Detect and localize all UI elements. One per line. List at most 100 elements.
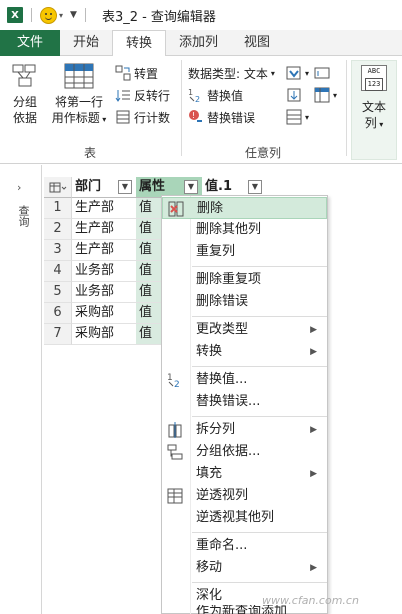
group-by-button[interactable]: 分组 依据 bbox=[6, 62, 44, 126]
menu-item-split-column-label: 拆分列 bbox=[196, 422, 236, 437]
row-number[interactable]: 1 bbox=[44, 198, 72, 219]
data-type-dropdown[interactable]: 数据类型: 文本 ▾ bbox=[188, 63, 275, 83]
table-header-icon bbox=[64, 63, 94, 89]
menu-item-unpivot-other[interactable]: 逆透视其他列 bbox=[162, 507, 327, 529]
rename-column-button[interactable] bbox=[314, 63, 333, 83]
count-rows-button[interactable]: 行计数 bbox=[115, 107, 170, 127]
menu-item-rename[interactable]: 重命名... bbox=[162, 535, 327, 557]
row-number[interactable]: 6 bbox=[44, 303, 72, 324]
menu-item-delete[interactable]: 删除 bbox=[162, 197, 327, 219]
smiley-feedback-icon[interactable] bbox=[40, 6, 57, 24]
menu-item-remove-errors[interactable]: 删除错误 bbox=[162, 291, 327, 313]
use-first-row-as-headers-button[interactable]: 将第一行 用作标题 ▾ bbox=[50, 62, 108, 128]
menu-item-group-by-label: 分组依据... bbox=[196, 444, 261, 459]
pivot-column-button[interactable]: ▾ bbox=[314, 85, 337, 105]
table-cell-dept[interactable]: 采购部 bbox=[72, 303, 136, 324]
replace-values-label: 替换值 bbox=[207, 88, 244, 103]
row-number[interactable]: 2 bbox=[44, 219, 72, 240]
menu-item-unpivot-label: 逆透视列 bbox=[196, 488, 249, 503]
menu-separator bbox=[192, 316, 327, 317]
watermark: www.cfan.com.cn bbox=[262, 594, 359, 607]
menu-item-group-by[interactable]: 分组依据... bbox=[162, 441, 327, 463]
menu-item-fill-label: 填充 bbox=[196, 466, 223, 481]
row-number[interactable]: 5 bbox=[44, 282, 72, 303]
table-cell-dept[interactable]: 生产部 bbox=[72, 240, 136, 261]
tab-home[interactable]: 开始 bbox=[60, 30, 112, 56]
replace-values-button[interactable]: 12 替换值 bbox=[188, 85, 243, 105]
table-cell-dept[interactable]: 生产部 bbox=[72, 219, 136, 240]
table-cell-dept[interactable]: 业务部 bbox=[72, 282, 136, 303]
menu-item-replace-values[interactable]: 12 替换值... bbox=[162, 369, 327, 391]
table-menu-icon[interactable] bbox=[44, 177, 72, 198]
menu-item-unpivot-other-label: 逆透视其他列 bbox=[196, 510, 275, 525]
fill-button[interactable] bbox=[286, 85, 305, 105]
queries-pane-label[interactable]: 查询 bbox=[15, 205, 31, 227]
tab-add-column[interactable]: 添加列 bbox=[166, 30, 231, 56]
submenu-arrow-icon: ▶ bbox=[310, 425, 317, 435]
row-number[interactable]: 3 bbox=[44, 240, 72, 261]
quick-access-dropdown-icon[interactable]: ▼ bbox=[70, 10, 77, 20]
menu-item-unpivot[interactable]: 逆透视列 bbox=[162, 485, 327, 507]
tab-transform[interactable]: 转换 bbox=[112, 30, 167, 57]
title-bar: X ▾ ▼ 表3_2 - 查询编辑器 bbox=[0, 0, 402, 30]
queries-pane: › 查询 bbox=[0, 165, 42, 614]
menu-item-duplicate-column[interactable]: 重复列 bbox=[162, 241, 327, 263]
tab-view[interactable]: 视图 bbox=[231, 30, 283, 56]
menu-item-change-type[interactable]: 更改类型 ▶ bbox=[162, 319, 327, 341]
column-header-attr-label: 属性 bbox=[139, 179, 166, 194]
menu-item-fill[interactable]: 填充 ▶ bbox=[162, 463, 327, 485]
reverse-rows-icon bbox=[115, 87, 131, 103]
menu-item-remove-duplicates[interactable]: 删除重复项 bbox=[162, 269, 327, 291]
abc-icon-text: ABC bbox=[367, 67, 381, 75]
column-header-dept[interactable]: 部门 ▼ bbox=[72, 177, 136, 198]
detect-type-icon bbox=[286, 65, 302, 81]
table-cell-dept[interactable]: 生产部 bbox=[72, 198, 136, 219]
column-header-value-label: 值.1 bbox=[205, 179, 232, 194]
first-row-label-2: 用作标题 ▾ bbox=[50, 110, 108, 128]
detect-type-button[interactable]: ▾ bbox=[286, 63, 309, 83]
first-row-label-2-text: 用作标题 bbox=[51, 111, 100, 125]
menu-item-replace-errors[interactable]: 替换错误... bbox=[162, 391, 327, 413]
tab-file[interactable]: 文件 bbox=[0, 30, 60, 56]
menu-item-split-column[interactable]: 拆分列 ▶ bbox=[162, 419, 327, 441]
row-number[interactable]: 7 bbox=[44, 324, 72, 345]
expand-pane-icon[interactable]: › bbox=[17, 181, 21, 194]
reverse-rows-button[interactable]: 反转行 bbox=[115, 85, 170, 105]
text-column-button[interactable]: ABC 123 文本 列 ▾ bbox=[351, 60, 397, 160]
table-cell-dept[interactable]: 业务部 bbox=[72, 261, 136, 282]
window-title: 表3_2 - 查询编辑器 bbox=[101, 9, 216, 25]
menu-item-delete-other-label: 删除其他列 bbox=[196, 222, 262, 237]
transpose-label: 转置 bbox=[134, 66, 159, 81]
transpose-button[interactable]: 转置 bbox=[115, 63, 158, 83]
svg-text:1: 1 bbox=[167, 373, 173, 383]
split-column-icon bbox=[166, 422, 184, 438]
table-cell-dept[interactable]: 采购部 bbox=[72, 324, 136, 345]
title-separator-2 bbox=[84, 8, 86, 22]
text-column-label-2-text: 列 bbox=[364, 116, 377, 130]
svg-text:2: 2 bbox=[174, 380, 180, 388]
unpivot-button[interactable]: ▾ bbox=[286, 107, 309, 127]
filter-attr-button[interactable]: ▼ bbox=[184, 180, 198, 194]
text-column-caret-icon: ▾ bbox=[376, 120, 384, 129]
replace-errors-button[interactable]: ! 替换错误 bbox=[188, 107, 255, 127]
row-number[interactable]: 4 bbox=[44, 261, 72, 282]
menu-item-delete-other-columns[interactable]: 删除其他列 bbox=[162, 219, 327, 241]
menu-item-transform[interactable]: 转换 ▶ bbox=[162, 341, 327, 363]
menu-separator bbox=[192, 532, 327, 533]
table-grid-icon bbox=[49, 182, 66, 193]
submenu-arrow-icon: ▶ bbox=[310, 325, 317, 335]
fill-icon bbox=[286, 87, 302, 103]
group-separator-1 bbox=[181, 60, 182, 156]
menu-item-replace-values-label: 替换值... bbox=[196, 372, 248, 387]
menu-item-move[interactable]: 移动 ▶ bbox=[162, 557, 327, 579]
text-column-label-1: 文本 bbox=[361, 100, 386, 114]
smiley-caret-icon[interactable]: ▾ bbox=[59, 11, 63, 20]
first-row-dropdown-icon: ▾ bbox=[99, 115, 107, 124]
menu-item-replace-errors-label: 替换错误... bbox=[196, 394, 261, 409]
excel-app-icon[interactable]: X bbox=[7, 7, 23, 23]
count-rows-icon bbox=[115, 109, 131, 125]
abc-123-icon: ABC 123 bbox=[361, 65, 387, 91]
filter-dept-button[interactable]: ▼ bbox=[118, 180, 132, 194]
svg-text:2: 2 bbox=[195, 95, 200, 103]
filter-value-button[interactable]: ▼ bbox=[248, 180, 262, 194]
